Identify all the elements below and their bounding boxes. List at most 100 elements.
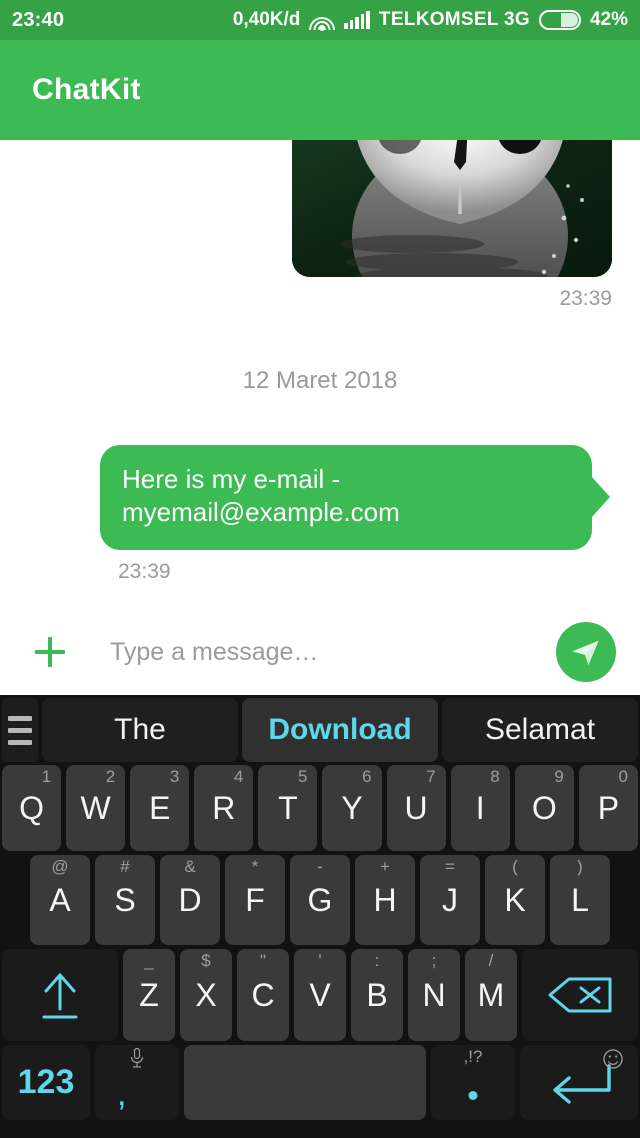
backspace-icon [548,977,612,1013]
chat-message-list[interactable]: 23:39 12 Maret 2018 Here is my e-mail - … [0,140,640,609]
suggestion-chip-1[interactable]: Download [242,698,438,762]
on-screen-keyboard[interactable]: The Download Selamat 1Q 2W 3E 4R 5T 6Y 7… [0,695,640,1138]
comma-label: , [117,1075,127,1113]
period-key[interactable]: ,!? [431,1045,515,1120]
owl-photo-image [292,140,612,277]
bubble-tail [591,476,610,519]
key-Q[interactable]: 1Q [2,765,62,851]
status-bar-battery-percent: 42% [589,9,628,30]
key-hint: 6 [362,767,372,786]
space-key[interactable] [184,1045,426,1120]
key-T[interactable]: 5T [258,765,318,851]
key-label: A [49,881,71,918]
wifi-icon [309,11,336,31]
key-label: Y [341,789,363,826]
key-hint: : [374,951,380,970]
comma-key[interactable]: , [95,1045,179,1120]
key-S[interactable]: # S [95,855,155,945]
key-J[interactable]: = J [420,855,480,945]
key-Y[interactable]: 6Y [322,765,382,851]
key-E[interactable]: 3E [130,765,190,851]
key-hint: & [184,857,196,876]
key-X[interactable]: $ X [180,949,232,1041]
key-C[interactable]: " C [237,949,289,1041]
key-hint: / [488,951,494,970]
suggestion-chip-0[interactable]: The [42,698,238,762]
key-hint: + [380,857,390,876]
message-text: Here is my e-mail - myemail@example.com [122,464,400,528]
message-image-row [0,140,640,277]
period-dot [468,1091,478,1100]
key-hint: ( [512,857,518,876]
status-bar-carrier: TELKOMSEL 3G [378,9,530,30]
key-hint: * [251,857,259,876]
key-A[interactable]: @ A [30,855,90,945]
key-hint: 5 [298,767,308,786]
key-hint: " [259,951,267,970]
keyboard-row-3: _ Z $ X " C ' V :B ; N / M [0,949,640,1045]
hamburger-menu-icon[interactable] [2,698,38,762]
numeric-mode-key[interactable]: 123 [2,1045,90,1120]
key-H[interactable]: + H [355,855,415,945]
smiley-icon [603,1049,623,1069]
key-Z[interactable]: _ Z [123,949,175,1041]
key-label: G [307,881,333,918]
backspace-key[interactable] [522,949,638,1041]
message-input[interactable] [70,637,556,667]
date-separator: 12 Maret 2018 [242,367,398,394]
key-G[interactable]: -G [290,855,350,945]
key-label: S [114,881,136,918]
key-label: B [366,976,388,1013]
key-U[interactable]: 7U [386,765,446,851]
key-hint: - [317,857,323,876]
message-bubble[interactable]: Here is my e-mail - myemail@example.com [100,445,610,550]
key-label: H [373,881,397,918]
key-F[interactable]: * F [225,855,285,945]
key-O[interactable]: 9O [514,765,574,851]
key-label: W [80,789,111,826]
message-timestamp: 23:39 [118,559,171,583]
message-input-bar [0,609,640,695]
key-hint: ) [577,857,583,876]
key-W[interactable]: 2W [66,765,126,851]
app-bar: ChatKit [0,40,640,140]
key-label: V [309,976,331,1013]
shift-key[interactable] [2,949,118,1041]
key-label: J [442,881,458,918]
key-L[interactable]: ) L [550,855,610,945]
key-R[interactable]: 4R [194,765,254,851]
message-row-outgoing: Here is my e-mail - myemail@example.com [0,395,640,550]
send-button[interactable] [556,622,616,682]
key-hint: = [445,857,455,876]
keyboard-row-1: 1Q 2W 3E 4R 5T 6Y 7U 8I 9O 0P [0,765,640,855]
key-label: L [571,881,589,918]
suggestion-bar: The Download Selamat [0,695,640,765]
key-N[interactable]: ; N [408,949,460,1041]
key-hint: _ [144,951,154,970]
key-K[interactable]: (K [485,855,545,945]
key-hint: 1 [41,767,52,786]
key-V[interactable]: ' V [294,949,346,1041]
key-hint: 0 [618,767,628,786]
key-I[interactable]: 8I [450,765,510,851]
key-hint: 8 [490,767,500,786]
keyboard-row-4: 123 , ,!? [0,1045,640,1123]
key-label: X [195,976,217,1013]
key-label: M [477,976,505,1013]
suggestion-chip-2[interactable]: Selamat [442,698,638,762]
key-hint: 7 [426,767,436,786]
enter-key[interactable] [520,1045,638,1120]
key-B[interactable]: :B [351,949,403,1041]
key-hint: 4 [233,767,244,786]
key-label: U [404,789,428,826]
plus-icon[interactable] [30,632,70,672]
battery-icon [538,10,581,30]
key-hint: # [120,857,130,876]
signal-bars-icon [344,11,370,29]
key-label: Q [19,789,44,826]
key-D[interactable]: & D [160,855,220,945]
key-P[interactable]: 0P [578,765,638,851]
owl-photo-attachment[interactable] [292,140,612,277]
key-label: F [245,881,265,918]
key-M[interactable]: / M [465,949,517,1041]
